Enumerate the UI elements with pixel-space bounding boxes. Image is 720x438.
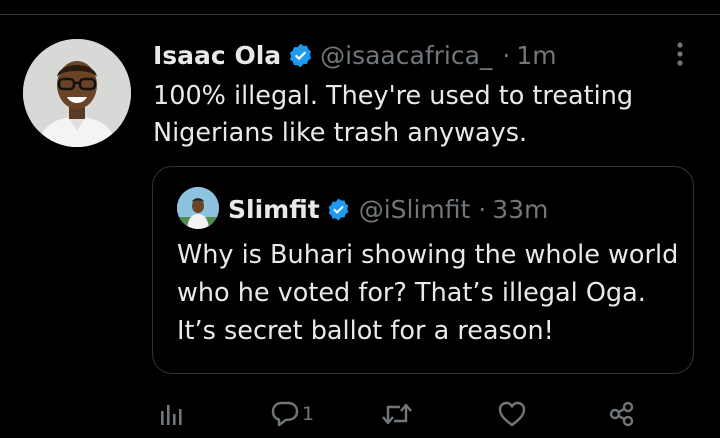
avatar-photo-icon: [23, 39, 131, 147]
verified-badge-icon: [287, 42, 314, 69]
reply-icon: [270, 400, 300, 428]
like-button[interactable]: [497, 398, 527, 430]
quoted-header-separator: ·: [478, 194, 487, 224]
heart-icon: [497, 400, 527, 428]
retweet-icon: [380, 400, 414, 428]
quoted-tweet-text: Why is Buhari showing the whole world wh…: [177, 240, 679, 346]
tweet-text: 100% illegal. They're used to treating N…: [153, 81, 634, 148]
quoted-author-avatar[interactable]: [177, 187, 219, 229]
retweet-button[interactable]: [380, 398, 414, 430]
author-avatar[interactable]: [23, 39, 131, 147]
reply-button[interactable]: 1: [270, 398, 314, 430]
share-icon: [607, 400, 637, 428]
reply-count: 1: [302, 403, 315, 425]
tweet-timestamp[interactable]: 1m: [516, 41, 556, 70]
verified-badge-icon: [326, 197, 351, 222]
avatar-photo-icon: [177, 187, 219, 229]
analytics-button[interactable]: [158, 398, 184, 430]
share-button[interactable]: [607, 398, 637, 430]
author-name[interactable]: Isaac Ola: [153, 41, 281, 70]
quoted-tweet-timestamp[interactable]: 33m: [492, 195, 548, 224]
header-separator: ·: [502, 40, 511, 70]
quoted-author-name[interactable]: Slimfit: [228, 195, 320, 224]
top-divider: [0, 14, 720, 15]
author-handle[interactable]: @isaacafrica_: [320, 41, 492, 70]
quoted-tweet-header: Slimfit @iSlimfit · 33m: [228, 193, 548, 225]
tweet-header: Isaac Ola @isaacafrica_ · 1m: [153, 38, 557, 72]
analytics-icon: [158, 401, 184, 427]
more-vertical-icon[interactable]: [670, 40, 690, 70]
quoted-author-handle[interactable]: @iSlimfit: [359, 195, 471, 224]
